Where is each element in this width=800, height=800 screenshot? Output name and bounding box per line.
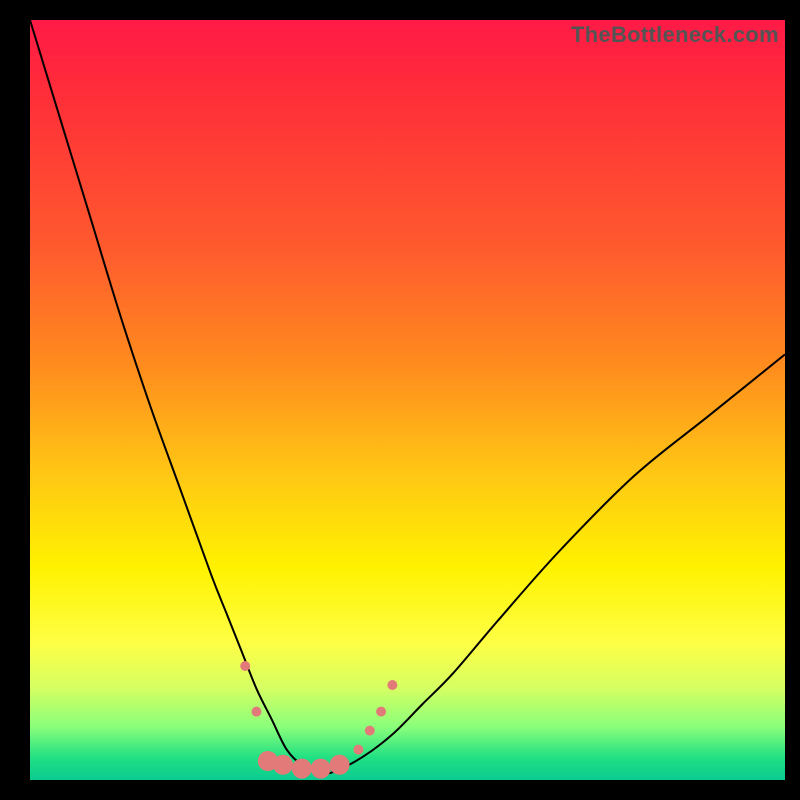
bottleneck-curve (30, 20, 785, 780)
data-marker (252, 707, 262, 717)
data-marker (292, 759, 312, 779)
data-marker (330, 755, 350, 775)
data-marker (376, 707, 386, 717)
data-marker (353, 745, 363, 755)
chart-frame: TheBottleneck.com (30, 20, 785, 780)
data-marker (311, 759, 331, 779)
data-marker (387, 680, 397, 690)
data-marker (365, 726, 375, 736)
curve-path (30, 20, 785, 774)
data-marker (273, 755, 293, 775)
data-marker (240, 661, 250, 671)
watermark-text: TheBottleneck.com (571, 22, 779, 48)
